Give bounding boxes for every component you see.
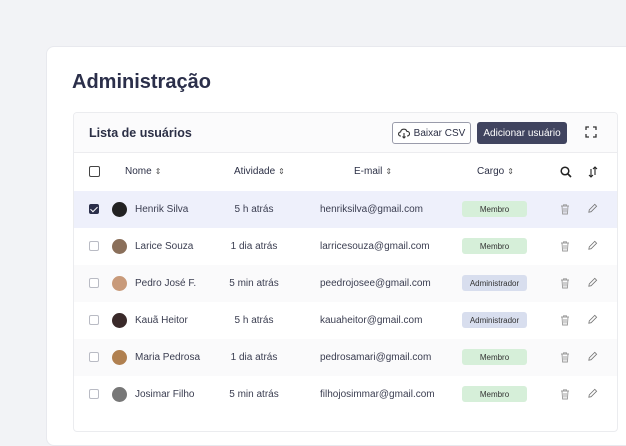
trash-icon[interactable]	[559, 203, 571, 215]
trash-icon[interactable]	[559, 277, 571, 289]
search-icon[interactable]	[560, 166, 572, 178]
role-badge: Membro	[462, 386, 527, 402]
add-user-button[interactable]: Adicionar usuário	[477, 122, 567, 144]
table-row[interactable]: Josimar Filho 5 min atrás filhojosimmar@…	[74, 376, 617, 413]
sort-order-icon[interactable]	[587, 166, 599, 178]
trash-icon[interactable]	[559, 351, 571, 363]
column-header-name[interactable]: Nome ⇕	[125, 166, 161, 177]
row-checkbox[interactable]	[89, 389, 99, 399]
sort-icon: ⇕	[154, 167, 162, 176]
panel-title: Lista de usuários	[89, 126, 192, 140]
user-email: filhojosimmar@gmail.com	[320, 389, 435, 400]
role-badge: Administrador	[462, 275, 527, 291]
row-checkbox[interactable]	[89, 315, 99, 325]
column-label: Nome	[125, 166, 152, 177]
user-name: Larice Souza	[135, 241, 194, 252]
table-row[interactable]: Henrik Silva 5 h atrás henriksilva@gmail…	[74, 191, 617, 228]
user-name: Pedro José F.	[135, 278, 197, 289]
role-badge: Administrador	[462, 312, 527, 328]
column-label: E-mail	[354, 166, 383, 177]
select-all-checkbox[interactable]	[89, 166, 100, 177]
pencil-icon[interactable]	[587, 351, 598, 362]
role-badge: Membro	[462, 238, 527, 254]
user-activity: 5 h atrás	[234, 315, 274, 326]
row-checkbox[interactable]	[89, 204, 99, 214]
row-checkbox[interactable]	[89, 241, 99, 251]
avatar	[112, 276, 127, 291]
column-header-activity[interactable]: Atividade ⇕	[234, 166, 285, 177]
pencil-icon[interactable]	[587, 388, 598, 399]
pencil-icon[interactable]	[587, 203, 598, 214]
avatar	[112, 239, 127, 254]
users-panel: Lista de usuários Baixar CSV Adicionar u…	[73, 112, 618, 432]
user-activity: 5 min atrás	[229, 389, 279, 400]
column-label: Atividade	[234, 166, 276, 177]
pencil-icon[interactable]	[587, 240, 598, 251]
trash-icon[interactable]	[559, 314, 571, 326]
row-checkbox[interactable]	[89, 278, 99, 288]
user-name: Maria Pedrosa	[135, 352, 201, 363]
table-header-row: Nome ⇕ Atividade ⇕ E-mail ⇕ Cargo ⇕	[74, 153, 617, 190]
page-title: Administração	[72, 71, 211, 93]
download-csv-button[interactable]: Baixar CSV	[392, 122, 471, 144]
sort-icon: ⇕	[278, 167, 285, 176]
table-row[interactable]: Kauã Heitor 5 h atrás kauaheitor@gmail.c…	[74, 302, 617, 339]
table-row[interactable]: Pedro José F. 5 min atrás peedrojosee@gm…	[74, 265, 617, 302]
avatar	[112, 350, 127, 365]
avatar	[112, 313, 127, 328]
user-name: Kauã Heitor	[135, 315, 188, 326]
user-email: kauaheitor@gmail.com	[320, 315, 423, 326]
user-activity: 5 min atrás	[229, 278, 279, 289]
user-name: Henrik Silva	[135, 204, 189, 215]
column-header-email[interactable]: E-mail ⇕	[354, 166, 392, 177]
pencil-icon[interactable]	[587, 277, 598, 288]
row-checkbox[interactable]	[89, 352, 99, 362]
avatar	[112, 202, 127, 217]
user-name: Josimar Filho	[135, 389, 195, 400]
role-badge: Membro	[462, 349, 527, 365]
cloud-download-icon	[397, 128, 410, 139]
role-badge: Membro	[462, 201, 527, 217]
fullscreen-icon[interactable]	[585, 126, 597, 138]
user-activity: 1 dia atrás	[230, 352, 278, 363]
sort-icon: ⇕	[385, 167, 393, 176]
trash-icon[interactable]	[559, 240, 571, 252]
download-csv-label: Baixar CSV	[413, 127, 466, 139]
user-email: larricesouza@gmail.com	[320, 241, 430, 252]
user-email: pedrosamari@gmail.com	[320, 352, 432, 363]
user-email: peedrojosee@gmail.com	[320, 278, 431, 289]
sort-icon: ⇕	[507, 167, 514, 176]
trash-icon[interactable]	[559, 388, 571, 400]
column-label: Cargo	[477, 166, 505, 177]
panel-header: Lista de usuários Baixar CSV Adicionar u…	[74, 113, 617, 153]
table-row[interactable]: Maria Pedrosa 1 dia atrás pedrosamari@gm…	[74, 339, 617, 376]
pencil-icon[interactable]	[587, 314, 598, 325]
user-email: henriksilva@gmail.com	[320, 204, 423, 215]
user-activity: 5 h atrás	[234, 204, 274, 215]
user-activity: 1 dia atrás	[230, 241, 278, 252]
table-row[interactable]: Larice Souza 1 dia atrás larricesouza@gm…	[74, 228, 617, 265]
avatar	[112, 387, 127, 402]
column-header-role[interactable]: Cargo ⇕	[477, 166, 514, 177]
